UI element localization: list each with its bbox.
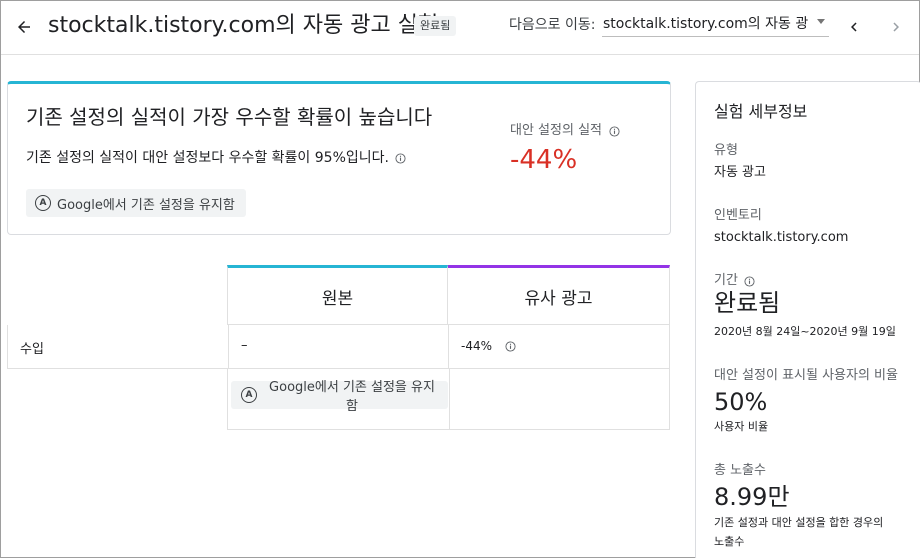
variant-performance-label-text: 대안 설정의 실적 (510, 123, 602, 138)
keep-original-chip: A Google에서 기존 설정을 유지함 (26, 189, 246, 217)
ratio-sub: 사용자 비율 (714, 420, 769, 433)
chevron-down-icon (817, 19, 825, 24)
details-title: 실험 세부정보 (714, 102, 808, 121)
experiment-select[interactable]: stocktalk.tistory.com의 자동 광... (602, 9, 829, 37)
chevron-left-icon (851, 22, 857, 32)
comparison-table: 원본 유사 광고 수입 – -44% A Google에서 기존 설정을 유지함 (7, 265, 671, 430)
next-button[interactable] (883, 14, 909, 40)
arrow-back-icon (18, 21, 30, 33)
ratio-value: 50% (714, 388, 768, 416)
table-row: 수입 – -44% (7, 325, 670, 369)
inventory-value: stocktalk.tistory.com (714, 230, 849, 245)
type-value: 자동 광고 (714, 165, 766, 180)
impressions-value: 8.99만 (714, 483, 790, 511)
back-button[interactable] (11, 14, 37, 40)
keep-original-chip: A Google에서 기존 설정을 유지함 (231, 380, 448, 414)
cell-original-value: – (241, 338, 248, 353)
summary-description: 기존 설정의 실적이 대안 설정보다 우수할 확률이 95%입니다. (26, 148, 407, 168)
info-icon[interactable] (395, 152, 407, 164)
auto-icon: A (241, 387, 257, 403)
table-footer-row: A Google에서 기존 설정을 유지함 (227, 369, 670, 430)
auto-icon: A (35, 195, 51, 211)
cell-original: – (228, 325, 449, 368)
status-badge: 완료됨 (414, 16, 457, 36)
type-label: 유형 (714, 143, 738, 158)
experiment-select-value: stocktalk.tistory.com의 자동 광... (603, 16, 808, 32)
previous-button[interactable] (841, 14, 867, 40)
cell-variant-value: -44% (461, 339, 493, 353)
column-header-variant: 유사 광고 (448, 265, 670, 325)
row-label: 수입 (20, 342, 44, 357)
goto-label: 다음으로 이동: (509, 17, 596, 33)
top-app-bar: stocktalk.tistory.com의 자동 광고 실험 완료됨 다음으로… (1, 1, 919, 55)
page-title: stocktalk.tistory.com의 자동 광고 실험 (48, 13, 439, 38)
result-summary-card: 기존 설정의 실적이 가장 우수할 확률이 높습니다 기존 설정의 실적이 대안… (7, 81, 671, 235)
cell-variant: -44% (449, 325, 670, 368)
info-icon[interactable] (504, 340, 516, 352)
summary-description-text: 기존 설정의 실적이 대안 설정보다 우수할 확률이 95%입니다. (26, 150, 389, 166)
keep-original-chip-label: Google에서 기존 설정을 유지함 (57, 197, 235, 213)
info-icon[interactable] (744, 275, 756, 287)
inventory-label: 인벤토리 (714, 208, 762, 223)
keep-original-chip-label: Google에서 기존 설정을 유지함 (269, 380, 435, 414)
divider (449, 369, 450, 429)
period-value: 완료됨 (714, 289, 781, 317)
chevron-right-icon (893, 22, 899, 32)
column-header-original: 원본 (227, 265, 448, 325)
impressions-label: 총 노출수 (714, 463, 766, 478)
impressions-sub-2: 노출수 (714, 535, 745, 548)
period-dates: 2020년 8월 24일~2020년 9월 19일 (714, 325, 896, 338)
summary-title: 기존 설정의 실적이 가장 우수할 확률이 높습니다 (26, 105, 433, 129)
variant-performance-label: 대안 설정의 실적 (510, 122, 620, 140)
ratio-label: 대안 설정이 표시될 사용자의 비율 (714, 368, 898, 383)
info-icon[interactable] (608, 125, 620, 137)
impressions-sub: 기존 설정과 대안 설정을 합한 경우의 (714, 516, 884, 529)
experiment-details-panel: 실험 세부정보 유형 자동 광고 인벤토리 stocktalk.tistory.… (695, 81, 920, 558)
variant-performance-value: -44% (510, 145, 578, 175)
